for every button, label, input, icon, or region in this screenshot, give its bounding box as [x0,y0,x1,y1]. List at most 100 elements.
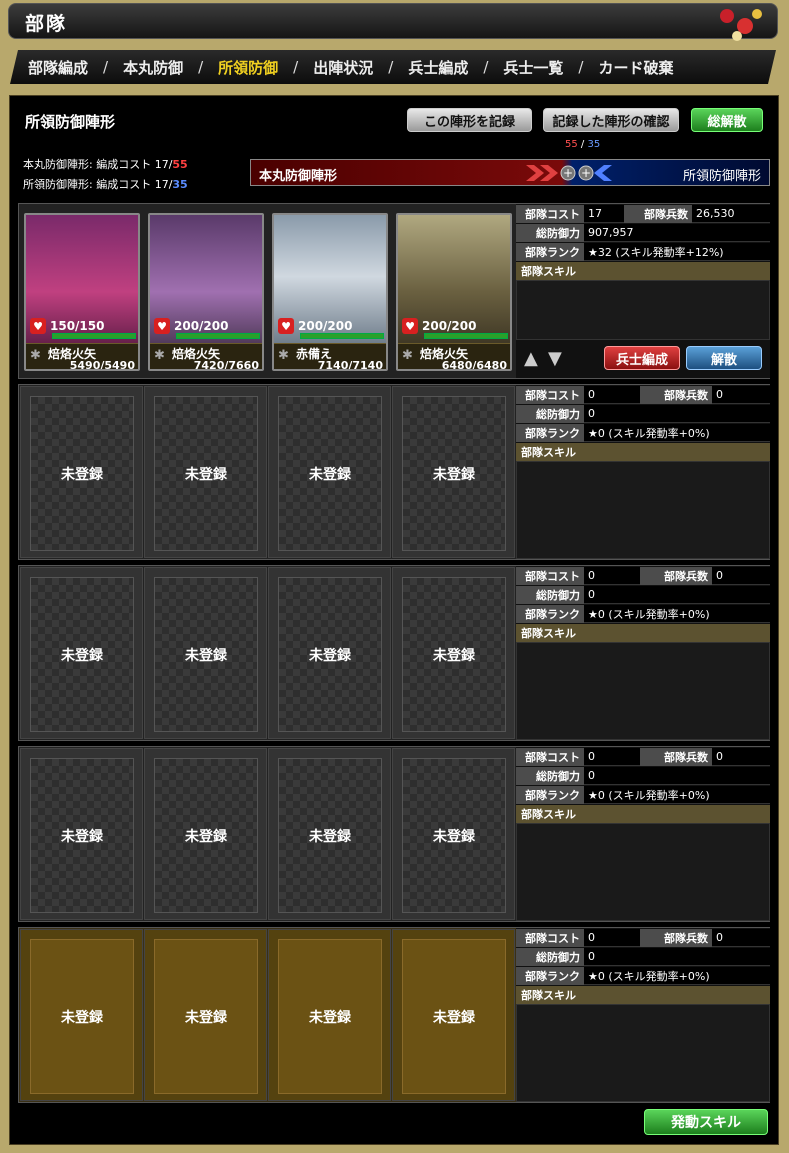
card-2[interactable]: ♥ 200/200 ✱ 焙烙火矢 7420/7660 [148,213,264,371]
tab-card-discard[interactable]: カード破棄 [598,57,673,78]
unregistered-label: 未登録 [402,396,506,551]
page-title: 部隊 [25,13,68,35]
unregistered-label: 未登録 [30,758,134,913]
unit-info: 部隊コスト 17 部隊兵数 26,530 総防御力 907,957 部隊ランク … [516,204,770,378]
empty-slot[interactable]: 未登録 [268,748,391,920]
cost-value: 0 [584,386,640,404]
card-hp: 200/200 [174,319,229,333]
empty-slot[interactable]: 未登録 [268,929,391,1101]
empty-slot[interactable]: 未登録 [268,386,391,558]
skill-label: 部隊スキル [516,443,770,461]
empty-slot[interactable]: 未登録 [144,748,267,920]
soldiers-label: 部隊兵数 [640,567,712,585]
skill-area [516,461,770,559]
unregistered-label: 未登録 [30,939,134,1094]
unregistered-label: 未登録 [154,939,258,1094]
empty-slot[interactable]: 未登録 [20,929,143,1101]
soldiers-label: 部隊兵数 [640,748,712,766]
activate-skill-button[interactable]: 発動スキル [644,1109,768,1135]
tab-soldier-list[interactable]: 兵士一覧 [503,57,563,78]
soldier-edit-button[interactable]: 兵士編成 [604,346,680,370]
skill-icon: ✱ [278,348,289,363]
unit-info: 部隊コスト 0 部隊兵数 0 総防御力 0 部隊ランク ★0 (スキル発動率+0… [516,566,770,740]
soldiers-value: 0 [712,386,770,404]
cost-split-readout: 55 / 35 [565,139,601,150]
cost-label: 部隊コスト [516,567,584,585]
defense-label: 総防御力 [516,948,584,966]
skill-label: 部隊スキル [516,262,770,280]
defense-label: 総防御力 [516,767,584,785]
hp-bar [424,333,508,339]
unregistered-label: 未登録 [154,758,258,913]
skill-area [516,1004,770,1102]
move-down-icon[interactable]: ▼ [548,348,562,369]
svg-text:+: + [581,166,591,180]
card-3[interactable]: ♥ 200/200 ✱ 赤備え 7140/7140 [272,213,388,371]
confirm-formation-button[interactable]: 記録した陣形の確認 [543,108,679,132]
heart-icon: ♥ [30,318,46,334]
panel-title: 所領防御陣形 [25,113,116,131]
rank-value: ★0 (スキル発動率+0%) [584,605,770,623]
cost-label: 部隊コスト [516,205,584,223]
rank-label: 部隊ランク [516,243,584,261]
unregistered-label: 未登録 [402,758,506,913]
empty-slot[interactable]: 未登録 [144,929,267,1101]
soldiers-value: 0 [712,567,770,585]
unregistered-label: 未登録 [278,758,382,913]
soldiers-value: 26,530 [692,205,770,223]
card-hp: 200/200 [298,319,353,333]
flower-decoration-icon [720,9,762,41]
honmaru-cost-info: 本丸防御陣形: 編成コスト 17/55 [23,158,188,171]
tab-unit-formation[interactable]: 部隊編成 [28,57,88,78]
unit-1: ♥ 150/150 ✱ 焙烙火矢 5490/5490 ♥ 200/200 ✱ 焙烙火矢 74… [18,203,770,379]
defense-value: 907,957 [584,224,770,242]
empty-slot[interactable]: 未登録 [392,929,515,1101]
unit-3: 未登録 未登録 未登録 未登録 部隊コスト 0 部隊兵数 0 総防御力 0 部隊… [18,565,770,741]
disband-button[interactable]: 解散 [686,346,762,370]
rank-value: ★32 (スキル発動率+12%) [584,243,770,261]
tab-territory-defense[interactable]: 所領防御 [218,57,278,78]
empty-slot[interactable]: 未登録 [144,567,267,739]
empty-slot[interactable]: 未登録 [392,567,515,739]
heart-icon: ♥ [154,318,170,334]
skill-icon: ✱ [154,348,165,363]
card-4[interactable]: ♥ 200/200 ✱ 焙烙火矢 6480/6480 [396,213,512,371]
empty-slot[interactable]: 未登録 [20,386,143,558]
rank-value: ★0 (スキル発動率+0%) [584,967,770,985]
empty-slot[interactable]: 未登録 [392,386,515,558]
defense-value: 0 [584,767,770,785]
tab-honmaru-defense[interactable]: 本丸防御 [123,57,183,78]
disband-all-button[interactable]: 総解散 [691,108,763,132]
title-bar: 部隊 [8,3,778,41]
slider-handle-icon[interactable]: + + [526,163,616,183]
unregistered-label: 未登録 [154,396,258,551]
card-soldiers: 6480/6480 [441,359,507,371]
defense-label: 総防御力 [516,405,584,423]
skill-icon: ✱ [402,348,413,363]
unregistered-label: 未登録 [278,396,382,551]
unregistered-label: 未登録 [30,396,134,551]
card-soldiers: 7140/7140 [317,359,383,371]
record-formation-button[interactable]: この陣形を記録 [407,108,532,132]
cost-label: 部隊コスト [516,748,584,766]
empty-slot[interactable]: 未登録 [20,748,143,920]
rank-label: 部隊ランク [516,424,584,442]
empty-slot[interactable]: 未登録 [144,386,267,558]
empty-slot[interactable]: 未登録 [392,748,515,920]
tab-sortie-status[interactable]: 出陣状況 [313,57,373,78]
empty-slot[interactable]: 未登録 [268,567,391,739]
cost-label: 部隊コスト [516,929,584,947]
unregistered-label: 未登録 [402,939,506,1094]
empty-slot[interactable]: 未登録 [20,567,143,739]
rank-value: ★0 (スキル発動率+0%) [584,786,770,804]
bar-left-label: 本丸防御陣形 [259,169,338,184]
move-up-icon[interactable]: ▲ [524,348,538,369]
cost-split-slider[interactable]: 本丸防御陣形 + + 所領防御陣形 [250,159,770,186]
card-hp: 150/150 [50,319,105,333]
tab-soldier-formation[interactable]: 兵士編成 [408,57,468,78]
bar-right-label: 所領防御陣形 [682,169,761,184]
soldiers-label: 部隊兵数 [624,205,692,223]
card-1[interactable]: ♥ 150/150 ✱ 焙烙火矢 5490/5490 [24,213,140,371]
unregistered-label: 未登録 [278,577,382,732]
hp-bar [300,333,384,339]
